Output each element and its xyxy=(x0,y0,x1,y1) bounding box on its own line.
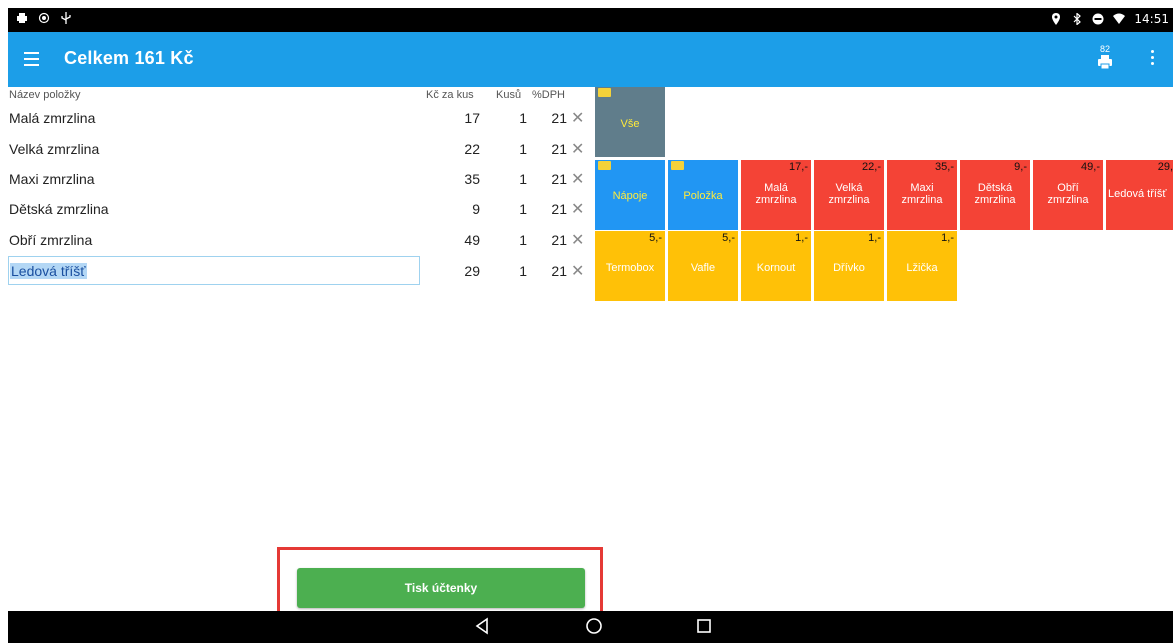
item-name[interactable]: Dětská zmrzlina xyxy=(9,201,109,217)
tile-category-polozka[interactable]: Položka xyxy=(668,160,738,230)
item-vat: 21 xyxy=(551,263,567,279)
usb-icon xyxy=(61,12,71,24)
back-icon[interactable] xyxy=(474,617,490,635)
do-not-disturb-icon xyxy=(1092,13,1104,25)
location-icon xyxy=(1052,13,1061,25)
tile-label: Dětská zmrzlina xyxy=(974,182,1016,206)
remove-icon[interactable]: ✕ xyxy=(571,261,584,281)
header-vat: %DPH xyxy=(532,89,566,101)
item-price: 29 xyxy=(464,263,480,279)
printer-icon xyxy=(1098,55,1112,70)
tile-label: Vše xyxy=(620,118,640,130)
item-vat: 21 xyxy=(551,110,567,126)
tile-price: 29, xyxy=(1157,161,1173,173)
remove-icon[interactable]: ✕ xyxy=(571,139,584,159)
home-icon[interactable] xyxy=(585,617,603,635)
total-title: Celkem 161 Kč xyxy=(64,48,194,68)
bluetooth-icon xyxy=(1073,13,1082,25)
item-vat: 21 xyxy=(551,201,567,217)
tile-label: Obří zmrzlina xyxy=(1047,182,1089,206)
item-name[interactable]: Malá zmrzlina xyxy=(9,110,95,126)
item-qty[interactable]: 1 xyxy=(505,141,527,157)
tile-label: Lžička xyxy=(906,262,938,274)
tile-product[interactable]: 1,- Kornout xyxy=(741,231,811,301)
clock: 14:51 xyxy=(1134,12,1169,26)
printer-icon xyxy=(17,13,27,23)
tile-label: Ledová tříšť xyxy=(1108,188,1167,200)
print-count: 82 xyxy=(1099,44,1110,54)
navigation-bar xyxy=(8,611,1173,643)
folder-icon xyxy=(671,161,684,170)
tile-price: 17,- xyxy=(789,161,808,173)
item-vat: 21 xyxy=(551,141,567,157)
item-price: 17 xyxy=(464,110,480,126)
header-name: Název položky xyxy=(9,89,81,101)
record-icon xyxy=(38,12,50,24)
tile-label: Kornout xyxy=(756,262,796,274)
tile-product[interactable]: 9,- Dětská zmrzlina xyxy=(960,160,1030,230)
item-qty[interactable]: 1 xyxy=(505,263,527,279)
tile-product[interactable]: 5,- Termobox xyxy=(595,231,665,301)
item-price: 49 xyxy=(464,232,480,248)
tile-label: Nápoje xyxy=(612,190,648,202)
tile-category-napoje[interactable]: Nápoje xyxy=(595,160,665,230)
tile-product[interactable]: 22,- Velká zmrzlina xyxy=(814,160,884,230)
tile-product[interactable]: 1,- Lžička xyxy=(887,231,957,301)
item-price: 9 xyxy=(472,201,480,217)
item-name-edit-field[interactable]: Ledová tříšť xyxy=(8,256,420,285)
print-receipt-button[interactable]: Tisk účtenky xyxy=(297,568,585,608)
tile-price: 5,- xyxy=(649,232,662,244)
item-qty[interactable]: 1 xyxy=(505,232,527,248)
item-price: 35 xyxy=(464,171,480,187)
tile-product[interactable]: 1,- Dřívko xyxy=(814,231,884,301)
remove-icon[interactable]: ✕ xyxy=(571,169,584,189)
folder-icon xyxy=(598,88,611,97)
item-price: 22 xyxy=(464,141,480,157)
tile-product[interactable]: 29, Ledová tříšť xyxy=(1106,160,1173,230)
remove-icon[interactable]: ✕ xyxy=(571,199,584,219)
tile-label: Termobox xyxy=(605,262,655,274)
tile-label: Maxi zmrzlina xyxy=(901,182,943,206)
tile-product[interactable]: 17,- Malá zmrzlina xyxy=(741,160,811,230)
remove-icon[interactable]: ✕ xyxy=(571,108,584,128)
item-vat: 21 xyxy=(551,232,567,248)
header-qty: Kusů xyxy=(496,89,522,101)
tile-label: Malá zmrzlina xyxy=(755,182,797,206)
tile-price: 49,- xyxy=(1081,161,1100,173)
tile-label: Položka xyxy=(683,190,723,202)
tile-product[interactable]: 49,- Obří zmrzlina xyxy=(1033,160,1103,230)
item-name-selected-text[interactable]: Ledová tříšť xyxy=(10,263,87,279)
item-qty[interactable]: 1 xyxy=(505,110,527,126)
tile-price: 1,- xyxy=(941,232,954,244)
item-vat: 21 xyxy=(551,171,567,187)
tile-all[interactable]: Vše xyxy=(595,87,665,157)
wifi-icon xyxy=(1113,13,1126,24)
tile-product[interactable]: 35,- Maxi zmrzlina xyxy=(887,160,957,230)
item-qty[interactable]: 1 xyxy=(505,171,527,187)
folder-icon xyxy=(598,161,611,170)
tile-label: Velká zmrzlina xyxy=(828,182,870,206)
item-name[interactable]: Velká zmrzlina xyxy=(9,141,99,157)
item-name[interactable]: Obří zmrzlina xyxy=(9,232,92,248)
tile-price: 5,- xyxy=(722,232,735,244)
recents-icon[interactable] xyxy=(696,617,712,635)
tile-price: 1,- xyxy=(795,232,808,244)
tile-product[interactable]: 5,- Vafle xyxy=(668,231,738,301)
tile-price: 35,- xyxy=(935,161,954,173)
status-bar: 14:51 xyxy=(8,8,1173,32)
more-options-icon[interactable] xyxy=(1145,48,1159,70)
app-bar: Celkem 161 Kč 82 xyxy=(8,32,1173,87)
tile-label: Vafle xyxy=(690,262,716,274)
remove-icon[interactable]: ✕ xyxy=(571,230,584,250)
tile-price: 1,- xyxy=(868,232,881,244)
header-price: Kč za kus xyxy=(426,89,474,101)
tile-price: 9,- xyxy=(1014,161,1027,173)
item-name[interactable]: Maxi zmrzlina xyxy=(9,171,95,187)
item-qty[interactable]: 1 xyxy=(505,201,527,217)
print-button[interactable]: 82 xyxy=(1095,44,1115,74)
tile-price: 22,- xyxy=(862,161,881,173)
menu-icon[interactable] xyxy=(20,48,44,70)
tile-label: Dřívko xyxy=(833,262,865,274)
